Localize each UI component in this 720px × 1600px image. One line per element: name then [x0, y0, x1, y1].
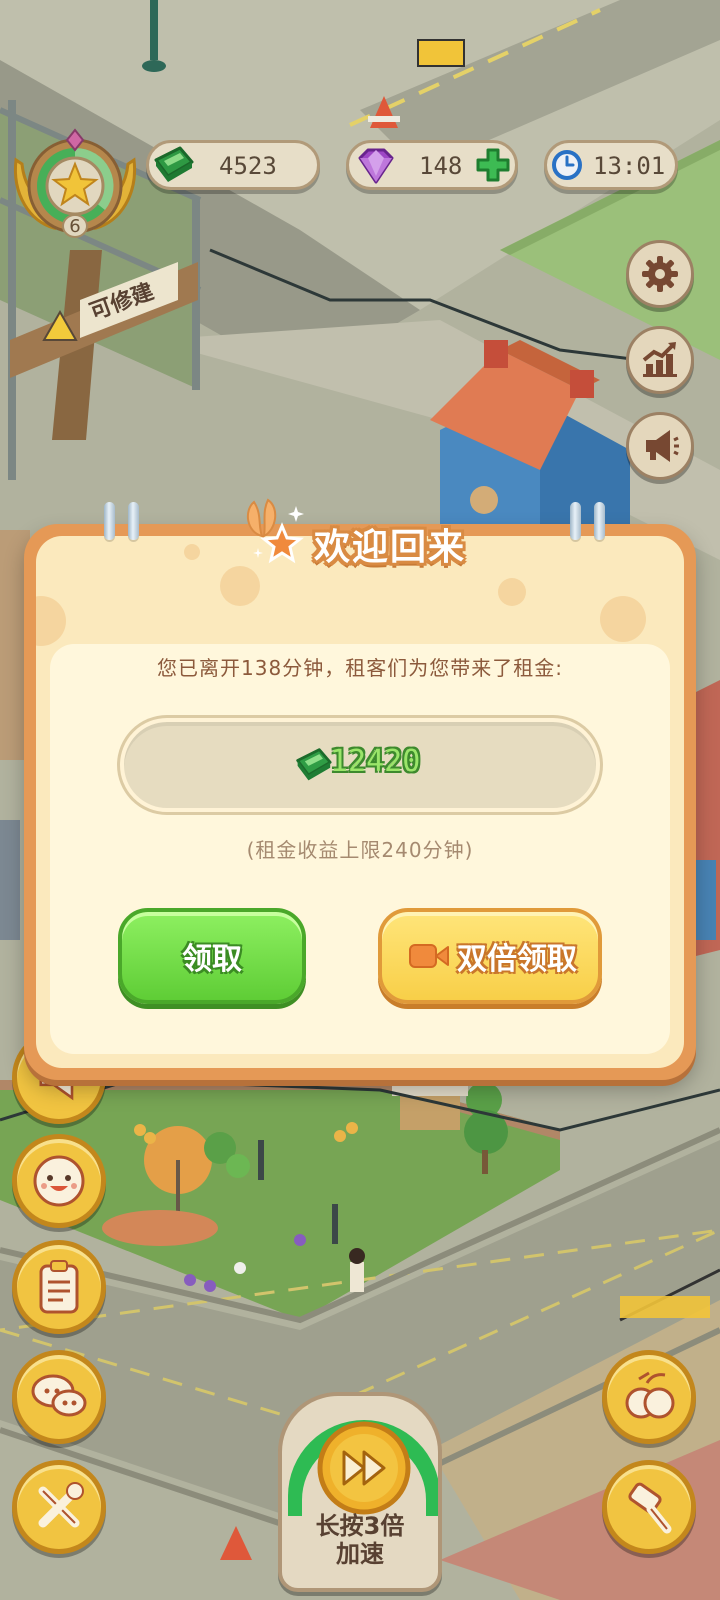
game-screen: 6 4523 148 13:01 可修建 长按3倍 加速 欢迎回来 您已离开13… — [0, 0, 720, 1600]
away-duration-message: 您已离开138分钟，租客们为您带来了租金: — [157, 656, 563, 680]
binder-ring — [570, 502, 581, 540]
binder-ring — [128, 502, 139, 540]
reward-amount-value: 12420 — [330, 744, 421, 779]
butterfly-star-decoration — [236, 496, 316, 570]
binder-ring — [104, 502, 115, 540]
double-claim-button-label: 双倍领取 — [457, 942, 577, 977]
claim-button-label: 领取 — [182, 942, 242, 977]
cash-icon — [292, 746, 334, 788]
video-camera-icon — [408, 942, 450, 974]
claim-button[interactable]: 领取 — [118, 908, 306, 1004]
rent-cap-note: (租金收益上限240分钟) — [246, 838, 474, 862]
binder-ring — [594, 502, 605, 540]
dialog-title: 欢迎回来 — [314, 527, 467, 568]
